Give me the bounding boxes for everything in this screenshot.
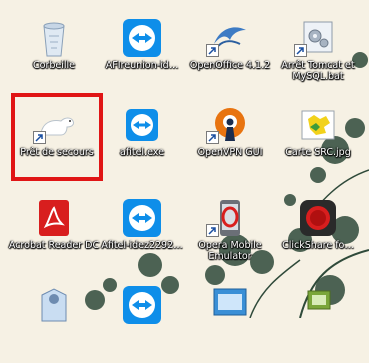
teamviewer-icon [126, 109, 158, 141]
desktop-icon-acrobat-reader[interactable]: Acrobat Reader DC [8, 196, 100, 276]
teamviewer-icon [123, 286, 161, 324]
shortcut-arrow-icon [294, 44, 307, 57]
shortcut-arrow-icon [206, 44, 219, 57]
desktop-icon-network-computer[interactable] [272, 283, 364, 363]
desktop-icon-label: Opera Mobile Emulator [198, 240, 262, 262]
desktop-icon-label: AFIreunion-id… [105, 60, 179, 71]
map-image-icon [301, 110, 335, 140]
teamviewer-icon [123, 199, 161, 237]
shortcut-arrow-icon [206, 224, 219, 237]
desktop-icon-openvpn[interactable]: OpenVPN GUI [184, 103, 276, 183]
desktop-icon-afireunion[interactable]: AFIreunion-id… [96, 16, 188, 96]
installer-icon [41, 288, 67, 322]
desktop-icon-computer-window[interactable] [184, 283, 276, 363]
network-computer-icon [307, 290, 331, 310]
desktop-icon-label: Acrobat Reader DC [8, 240, 100, 251]
desktop-icon-label: Afitel-idez2292… [101, 240, 183, 251]
desktop-icon-afitel-idez2292[interactable]: Afitel-idez2292… [96, 196, 188, 276]
desktop-icon-installer[interactable] [8, 283, 100, 363]
desktop-icon-label: Corbeille [33, 60, 75, 71]
highlight-frame [11, 93, 103, 181]
desktop-icon-label: Arrêt Tomcat et MySQL.bat [281, 60, 355, 82]
desktop-icon-teamviewer-4[interactable] [96, 283, 188, 363]
acrobat-icon [39, 200, 69, 236]
desktop-icon-openoffice[interactable]: OpenOffice 4.1.2 [184, 16, 276, 96]
desktop-icon-clickshare[interactable]: ClickShare fo… [272, 196, 364, 276]
recycle-bin-icon [43, 22, 65, 57]
computer-window-icon [213, 288, 247, 316]
desktop-icon-afitel-exe[interactable]: afitel.exe [96, 103, 188, 183]
desktop-icon-label: Carte SRC.jpg [285, 147, 351, 158]
desktop-icon-carte-src[interactable]: Carte SRC.jpg [272, 103, 364, 183]
clickshare-icon [300, 200, 336, 236]
desktop-icon-label: OpenOffice 4.1.2 [189, 60, 271, 71]
teamviewer-icon [123, 19, 161, 57]
desktop-icon-opera-mobile[interactable]: Opera Mobile Emulator [184, 196, 276, 276]
desktop-icon-label: afitel.exe [120, 147, 164, 158]
shortcut-arrow-icon [206, 131, 219, 144]
desktop-icon-label: ClickShare fo… [282, 240, 354, 251]
desktop-icon-corbeille[interactable]: Corbeille [8, 16, 100, 96]
desktop-icon-label: OpenVPN GUI [197, 147, 263, 158]
desktop-icon-arret-tomcat[interactable]: Arrêt Tomcat et MySQL.bat [272, 16, 364, 96]
